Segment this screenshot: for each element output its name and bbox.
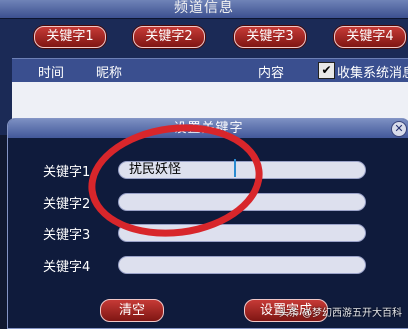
text-caret	[234, 159, 236, 177]
keyword-label-3: 关键字3	[43, 228, 91, 243]
column-time: 时间	[38, 66, 65, 81]
column-content: 内容	[258, 66, 285, 81]
dialog-title: 设置关键字	[173, 121, 244, 136]
watermark: 头条 @梦幻西游五开大百科	[278, 308, 402, 319]
dialog-titlebar[interactable]: 设置关键字 ✕	[8, 119, 408, 138]
collect-system-label: 收集系统消息	[337, 66, 408, 81]
column-nickname: 昵称	[96, 66, 123, 81]
keyword-tab-3[interactable]: 关键字3	[234, 26, 306, 48]
clear-button[interactable]: 清空	[100, 299, 164, 322]
keyword-label-4: 关键字4	[43, 260, 91, 275]
keyword-label-1: 关键字1	[43, 165, 91, 180]
keyword-tab-4[interactable]: 关键字4	[334, 26, 406, 48]
keyword-input-2[interactable]	[118, 193, 366, 211]
message-list	[12, 82, 408, 122]
keyword-input-3[interactable]	[118, 224, 366, 242]
message-list-header: 时间 昵称 内容 ✔ 收集系统消息	[12, 58, 408, 83]
channel-info-title: 频道信息	[174, 0, 234, 16]
keyword-tab-1[interactable]: 关键字1	[34, 26, 106, 48]
check-icon: ✔	[321, 63, 332, 77]
channel-info-titlebar: 频道信息	[0, 0, 408, 19]
keyword-input-1[interactable]	[118, 161, 366, 179]
keyword-settings-dialog: 设置关键字 ✕ 关键字1 关键字2 关键字3 关键字4 清空 设置完成	[7, 118, 408, 329]
collect-system-checkbox[interactable]: ✔	[318, 62, 335, 79]
keyword-input-4[interactable]	[118, 256, 366, 274]
keyword-label-2: 关键字2	[43, 197, 91, 212]
keyword-tab-2[interactable]: 关键字2	[133, 26, 205, 48]
close-icon[interactable]: ✕	[391, 121, 407, 137]
channel-info-window: 频道信息 关键字1 关键字2 关键字3 关键字4 时间 昵称 内容 ✔ 收集系统…	[0, 0, 408, 135]
